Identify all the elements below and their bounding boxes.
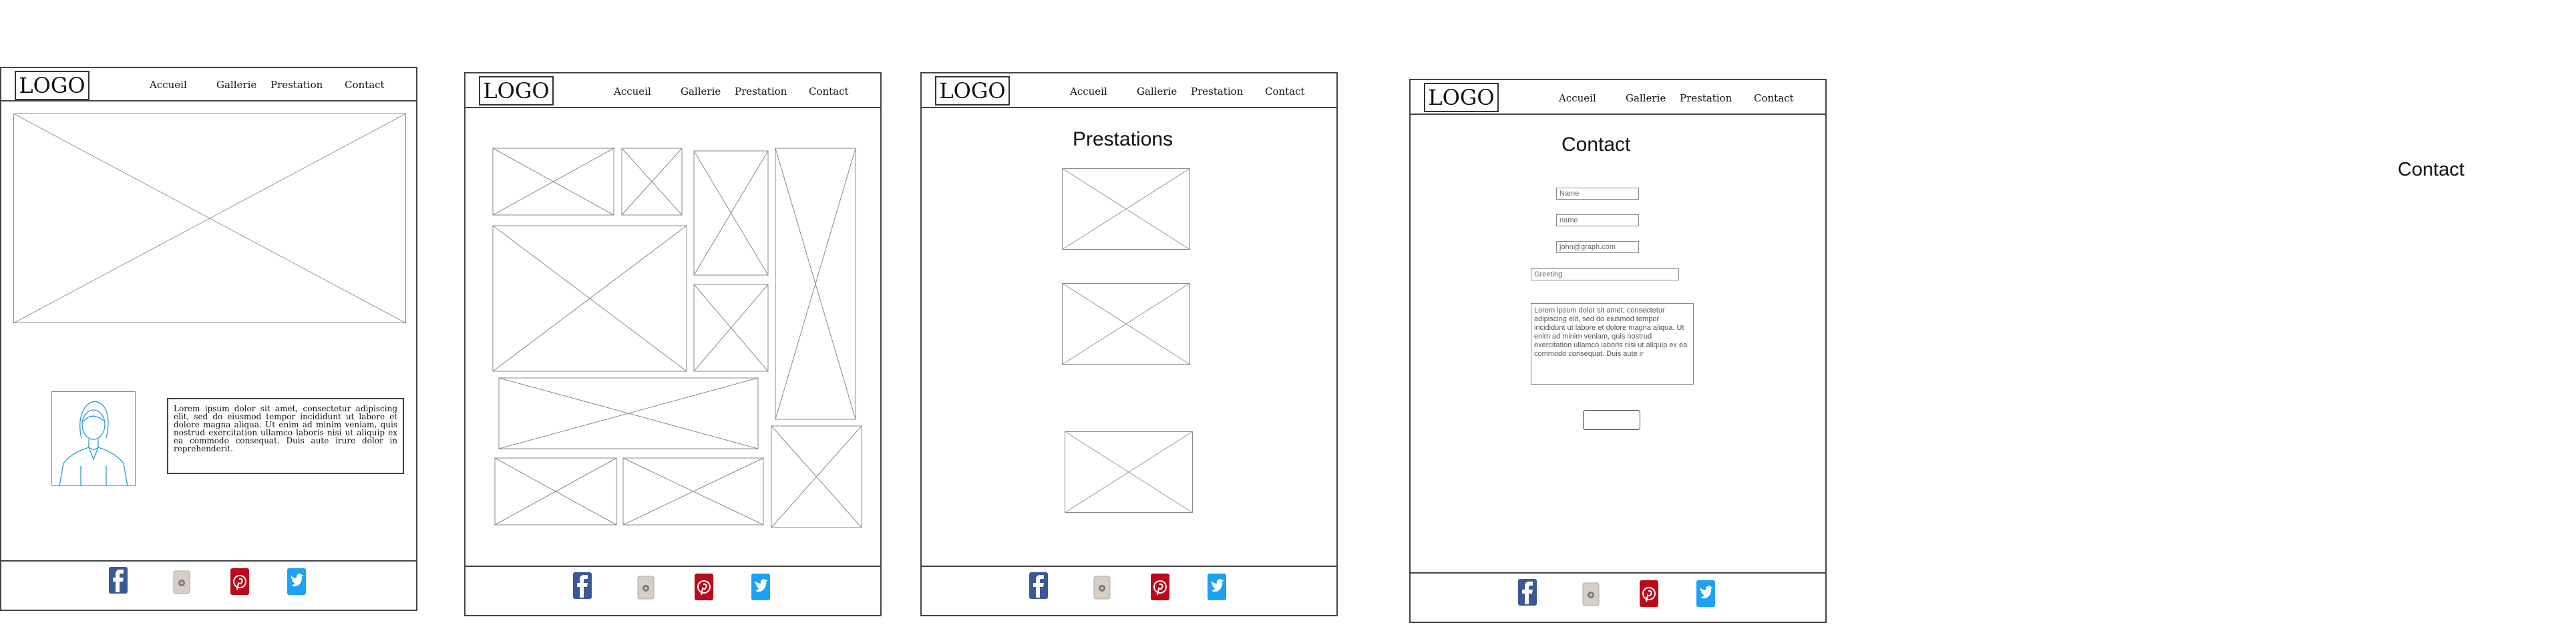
- pinterest-icon[interactable]: [695, 574, 713, 600]
- nav-services[interactable]: Prestation: [1680, 92, 1732, 104]
- name-field[interactable]: Name: [1556, 188, 1639, 200]
- header-bar: LOGO Accueil Gallerie Prestation Contact: [1411, 80, 1825, 115]
- logo[interactable]: LOGO: [15, 71, 89, 100]
- footer-bar: [922, 566, 1336, 616]
- footer-bar: [1, 560, 416, 611]
- page-title: Prestations: [1073, 128, 1173, 150]
- gallery-image-placeholder: [498, 377, 759, 449]
- surname-field[interactable]: name: [1556, 214, 1639, 226]
- email-field[interactable]: john@graph.com: [1556, 241, 1639, 253]
- instagram-icon[interactable]: [1582, 582, 1600, 608]
- home-page-frame: LOGO Accueil Gallerie Prestation Contact…: [0, 67, 417, 611]
- facebook-icon[interactable]: [573, 572, 592, 599]
- facebook-icon[interactable]: [1029, 572, 1048, 599]
- gallery-image-placeholder: [771, 425, 862, 528]
- footer-bar: [466, 566, 880, 616]
- service-image-placeholder: [1061, 282, 1191, 365]
- logo[interactable]: LOGO: [1424, 83, 1499, 112]
- nav-home[interactable]: Accueil: [150, 79, 187, 91]
- footer-bar: [1411, 572, 1825, 623]
- twitter-icon[interactable]: [1208, 574, 1226, 600]
- gallery-grid: [492, 148, 862, 528]
- message-textarea[interactable]: Lorem ipsum dolor sit amet, consectetur …: [1531, 303, 1694, 385]
- gallery-image-placeholder: [492, 148, 614, 216]
- nav-gallery[interactable]: Gallerie: [1626, 92, 1666, 104]
- instagram-icon[interactable]: [636, 575, 655, 602]
- bio-text: Lorem ipsum dolor sit amet, consectetur …: [167, 398, 404, 474]
- submit-button[interactable]: [1583, 410, 1640, 430]
- facebook-icon[interactable]: [109, 567, 128, 594]
- nav-contact[interactable]: Contact: [345, 79, 385, 91]
- facebook-icon[interactable]: [1518, 579, 1537, 606]
- gallery-image-placeholder: [622, 457, 764, 525]
- hero-image-placeholder: [13, 113, 407, 324]
- nav-contact[interactable]: Contact: [1265, 85, 1305, 97]
- instagram-icon[interactable]: [1093, 575, 1111, 602]
- header-bar: LOGO Accueil Gallerie Prestation Contact: [922, 73, 1336, 108]
- gallery-image-placeholder: [621, 148, 683, 216]
- instagram-icon[interactable]: [172, 570, 191, 596]
- nav-services[interactable]: Prestation: [1191, 85, 1243, 97]
- twitter-icon[interactable]: [751, 574, 770, 600]
- pinterest-icon[interactable]: [230, 568, 249, 595]
- floating-contact-label: Contact: [2398, 159, 2464, 180]
- gallery-image-placeholder: [693, 284, 769, 372]
- pinterest-icon[interactable]: [1640, 580, 1658, 607]
- logo[interactable]: LOGO: [935, 76, 1010, 105]
- nav-gallery[interactable]: Gallerie: [1137, 85, 1177, 97]
- service-image-placeholder: [1064, 431, 1193, 513]
- twitter-icon[interactable]: [1696, 580, 1715, 607]
- pinterest-icon[interactable]: [1151, 574, 1169, 600]
- twitter-icon[interactable]: [287, 568, 306, 595]
- contact-page-frame: LOGO Accueil Gallerie Prestation Contact…: [1409, 79, 1827, 623]
- avatar: [51, 391, 136, 487]
- page-title: Contact: [1561, 134, 1631, 156]
- prestations-page-frame: LOGO Accueil Gallerie Prestation Contact…: [920, 72, 1338, 616]
- subject-field[interactable]: Greeting: [1531, 268, 1679, 280]
- gallery-image-placeholder: [492, 225, 687, 372]
- nav-home[interactable]: Accueil: [1070, 85, 1107, 97]
- nav-gallery[interactable]: Gallerie: [216, 79, 256, 91]
- gallery-image-placeholder: [775, 148, 856, 420]
- header-bar: LOGO Accueil Gallerie Prestation Contact: [1, 68, 416, 101]
- gallery-page-frame: LOGO Accueil Gallerie Prestation Contact: [464, 72, 882, 616]
- gallery-image-placeholder: [494, 457, 617, 525]
- service-image-placeholder: [1061, 168, 1191, 250]
- nav-services[interactable]: Prestation: [270, 79, 323, 91]
- gallery-image-placeholder: [693, 150, 769, 276]
- nav-contact[interactable]: Contact: [1754, 92, 1794, 104]
- nav-home[interactable]: Accueil: [1559, 92, 1596, 104]
